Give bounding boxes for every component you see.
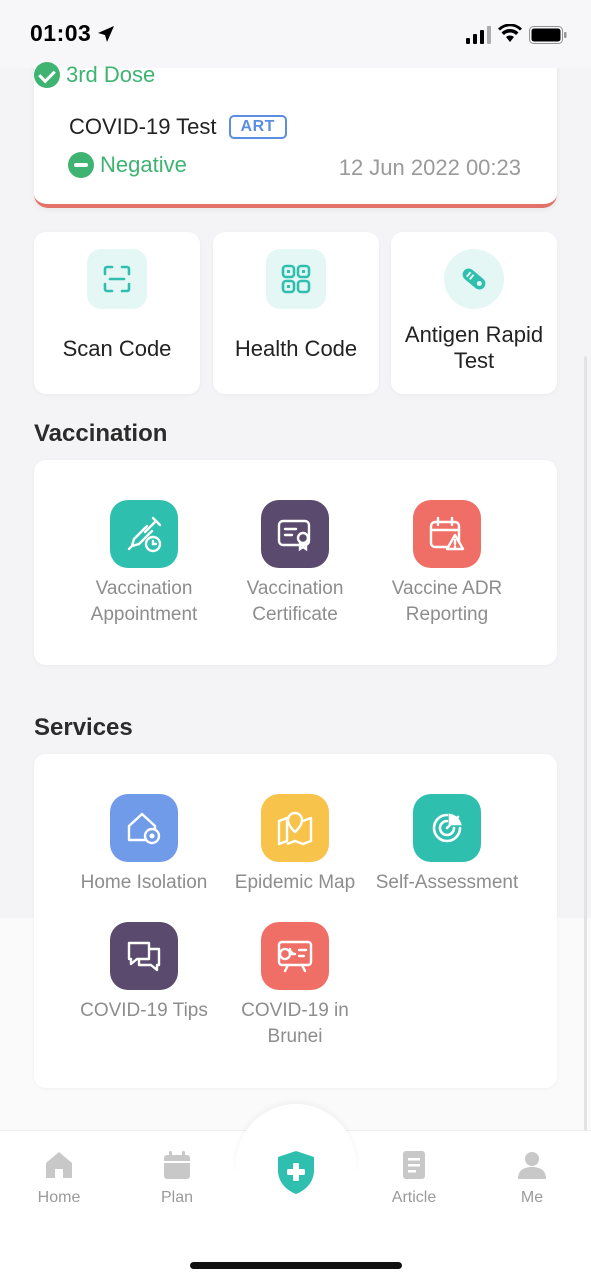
services-section-title: Services [34, 714, 133, 741]
syringe-clock-icon [110, 500, 178, 568]
home-isolation-button[interactable]: Home Isolation [69, 794, 219, 896]
screen: COVID-19 Test ART Negative 12 Jun 2022 0… [0, 0, 591, 1280]
home-isolation-label: Home Isolation [80, 872, 208, 893]
epidemic-map-button[interactable]: Epidemic Map [220, 794, 370, 896]
home-indicator[interactable] [190, 1262, 402, 1269]
health-code-label: Health Code [234, 336, 358, 361]
calendar-icon [164, 1151, 190, 1179]
test-kit-icon [444, 249, 504, 309]
dose-label: 3rd Dose [66, 62, 156, 87]
result-row: Negative [68, 152, 187, 178]
tab-home-label: Home [37, 1189, 81, 1206]
status-bar: 01:03 [0, 0, 591, 68]
tab-me[interactable]: Me [492, 1150, 572, 1207]
tab-article-label: Article [391, 1189, 437, 1206]
antigen-rapid-test-button[interactable]: Antigen Rapid Test [391, 232, 557, 394]
antigen-rapid-test-label: Antigen Rapid Test [404, 322, 544, 373]
vaccination-appointment-label: Vaccination Appointment [90, 578, 198, 625]
covid-tips-button[interactable]: COVID-19 Tips [69, 922, 219, 1024]
scan-code-label: Scan Code [62, 336, 172, 361]
status-time: 01:03 [30, 20, 92, 46]
map-pin-icon [261, 794, 329, 862]
wifi-icon [498, 24, 522, 42]
test-title: COVID-19 Test [69, 114, 217, 139]
vaccine-adr-reporting-button[interactable]: Vaccine ADR Reporting [372, 500, 522, 628]
certificate-icon [261, 500, 329, 568]
covid-tips-label: COVID-19 Tips [80, 1000, 208, 1021]
calendar-warning-icon [413, 500, 481, 568]
tab-article[interactable]: Article [374, 1150, 454, 1207]
person-icon [518, 1152, 546, 1179]
location-arrow-icon [98, 26, 114, 42]
check-icon [34, 62, 60, 88]
test-timestamp: 12 Jun 2022 00:23 [338, 155, 521, 180]
health-code-button[interactable]: Health Code [213, 232, 379, 394]
shield-plus-icon [278, 1151, 314, 1194]
tab-health-center[interactable] [256, 1148, 336, 1201]
services-panel: Home Isolation Epidemic Map Self-Assessm… [34, 754, 557, 1088]
chat-bubbles-icon [110, 922, 178, 990]
document-icon [403, 1151, 425, 1179]
dose-row: 3rd Dose [34, 62, 155, 88]
radar-icon [413, 794, 481, 862]
vaccine-adr-reporting-label: Vaccine ADR Reporting [391, 578, 503, 625]
qr-code-icon [266, 249, 326, 309]
tab-home[interactable]: Home [19, 1150, 99, 1207]
scan-icon [87, 249, 147, 309]
vaccination-certificate-label: Vaccination Certificate [246, 578, 344, 625]
scan-code-button[interactable]: Scan Code [34, 232, 200, 394]
negative-icon [68, 152, 94, 178]
vaccination-section-title: Vaccination [34, 420, 168, 447]
covid-in-brunei-button[interactable]: COVID-19 in Brunei [220, 922, 370, 1050]
presentation-chart-icon [261, 922, 329, 990]
self-assessment-label: Self-Assessment [375, 872, 519, 893]
home-gear-icon [110, 794, 178, 862]
test-result: Negative [100, 152, 187, 177]
vaccination-certificate-button[interactable]: Vaccination Certificate [220, 500, 370, 628]
self-assessment-button[interactable]: Self-Assessment [372, 794, 522, 896]
scrollbar[interactable] [584, 356, 587, 1226]
covid-in-brunei-label: COVID-19 in Brunei [241, 1000, 349, 1047]
tab-me-label: Me [520, 1189, 544, 1206]
tab-plan[interactable]: Plan [137, 1150, 217, 1207]
battery-icon [529, 26, 567, 44]
epidemic-map-label: Epidemic Map [234, 872, 356, 893]
test-row: COVID-19 Test ART [69, 114, 287, 140]
vaccination-panel: Vaccination Appointment Vaccination Cert… [34, 460, 557, 665]
tab-plan-label: Plan [160, 1189, 194, 1206]
vaccination-appointment-button[interactable]: Vaccination Appointment [69, 500, 219, 628]
cellular-signal-icon [466, 26, 491, 44]
home-icon [46, 1152, 72, 1178]
test-type-badge: ART [228, 115, 287, 139]
